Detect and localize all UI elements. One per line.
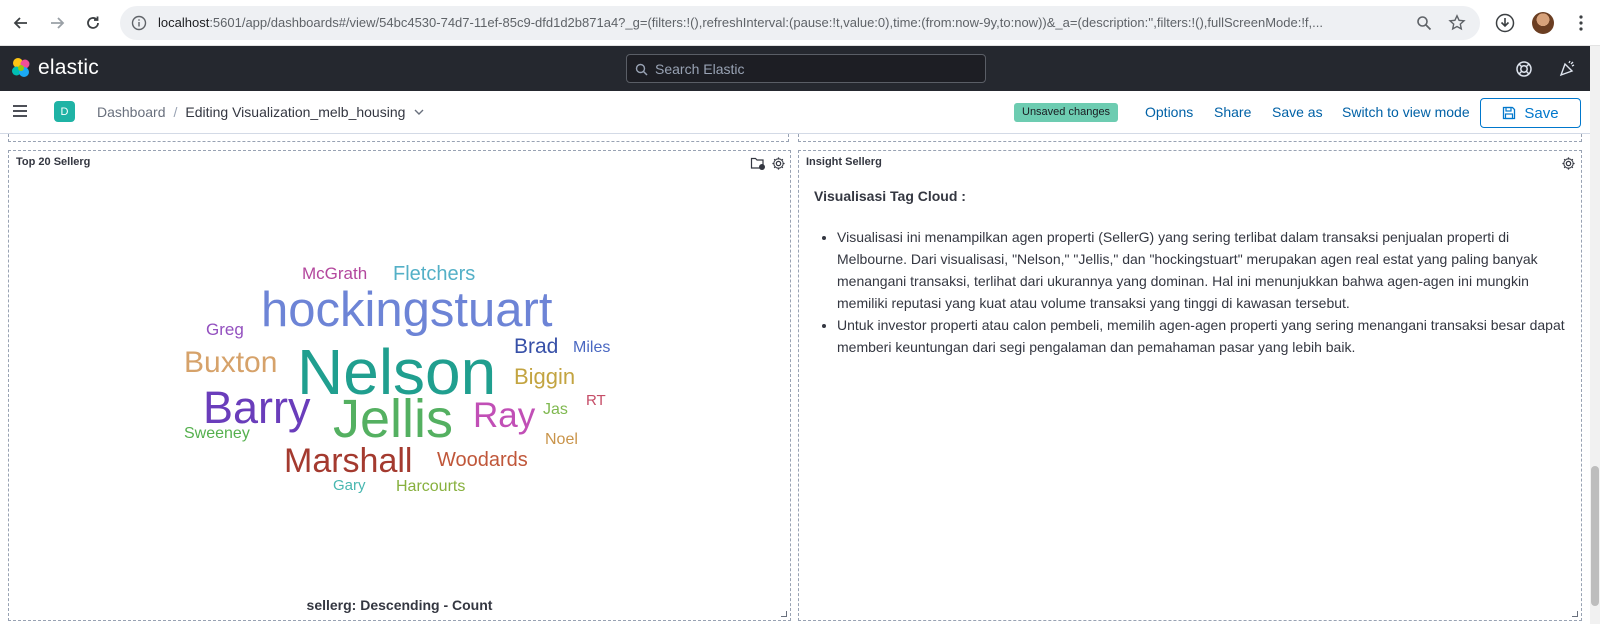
tag-word-mcgrath[interactable]: McGrath	[302, 265, 367, 282]
save-as-button[interactable]: Save as	[1272, 104, 1323, 120]
forward-button[interactable]	[42, 8, 72, 38]
tag-word-brad[interactable]: Brad	[514, 336, 558, 357]
reload-button[interactable]	[78, 8, 108, 38]
help-icon	[1516, 61, 1532, 77]
panel-above-left	[8, 134, 789, 142]
scrollbar-thumb[interactable]	[1591, 466, 1599, 606]
zoom-icon[interactable]	[1416, 15, 1432, 31]
inspect-button[interactable]	[749, 154, 767, 172]
menu-icon	[13, 105, 27, 117]
resize-handle[interactable]	[1572, 611, 1578, 617]
arrow-right-icon	[51, 17, 65, 29]
resize-handle[interactable]	[781, 611, 787, 617]
logo-text: elastic	[38, 56, 99, 79]
browser-toolbar: localhost:5601/app/dashboards#/view/54bc…	[0, 0, 1600, 46]
save-label: Save	[1524, 104, 1559, 122]
search-input[interactable]: Search Elastic	[626, 54, 986, 83]
tag-word-sweeney[interactable]: Sweeney	[184, 426, 250, 442]
download-button[interactable]	[1490, 8, 1520, 38]
chevron-down-icon[interactable]	[413, 106, 425, 118]
newsfeed-icon	[1559, 60, 1575, 77]
nav-menu-button[interactable]	[10, 101, 32, 123]
info-icon[interactable]	[131, 15, 147, 31]
axis-label: sellerg: Descending - Count	[306, 597, 493, 613]
breadcrumb-current: Editing Visualization_melb_housing	[185, 104, 406, 120]
unsaved-changes-badge: Unsaved changes	[1014, 103, 1119, 122]
back-button[interactable]	[6, 8, 36, 38]
tag-word-buxton[interactable]: Buxton	[184, 348, 277, 378]
app-toolbar: D Dashboard / Editing Visualization_melb…	[0, 91, 1590, 134]
gear-icon	[771, 156, 785, 170]
elastic-logo[interactable]: elastic	[10, 56, 99, 80]
save-button[interactable]: Save	[1480, 98, 1581, 128]
panel-title: Top 20 Sellerg	[16, 156, 91, 168]
help-button[interactable]	[1513, 58, 1535, 80]
tag-word-gary[interactable]: Gary	[333, 478, 366, 493]
search-placeholder: Search Elastic	[655, 61, 745, 77]
tag-word-ray[interactable]: Ray	[473, 398, 535, 433]
markdown-heading: Visualisasi Tag Cloud :	[814, 188, 966, 204]
tag-word-hockingstuart[interactable]: hockingstuart	[261, 286, 552, 335]
tag-word-harcourts[interactable]: Harcourts	[396, 479, 465, 495]
breadcrumb: Dashboard / Editing Visualization_melb_h…	[97, 104, 425, 120]
download-icon	[1495, 13, 1515, 33]
tag-word-fletchers[interactable]: Fletchers	[393, 264, 475, 284]
folder-check-icon	[750, 157, 765, 170]
browser-menu-button[interactable]	[1566, 8, 1596, 38]
star-icon[interactable]	[1448, 14, 1466, 32]
tag-word-rt[interactable]: RT	[586, 393, 606, 408]
top-20-sellerg-panel: Top 20 Sellerg Nelson hockingstuart Jell…	[8, 150, 791, 621]
panel-settings-button[interactable]	[1559, 154, 1577, 172]
search-icon	[635, 63, 648, 76]
tag-word-greg[interactable]: Greg	[206, 321, 244, 338]
save-icon	[1503, 106, 1516, 120]
markdown-list: Visualisasi ini menampilkan agen propert…	[837, 226, 1572, 358]
tag-word-jas[interactable]: Jas	[543, 402, 568, 418]
options-button[interactable]: Options	[1145, 104, 1193, 120]
avatar	[1532, 12, 1554, 34]
list-item: Untuk investor properti atau calon pembe…	[837, 314, 1572, 358]
tag-word-noel[interactable]: Noel	[545, 432, 578, 448]
breadcrumb-separator: /	[173, 104, 178, 120]
panel-above-right	[798, 134, 1582, 142]
address-bar[interactable]: localhost:5601/app/dashboards#/view/54bc…	[120, 6, 1480, 40]
tag-word-miles[interactable]: Miles	[573, 340, 610, 356]
switch-to-view-mode-button[interactable]: Switch to view mode	[1342, 104, 1470, 120]
space-avatar[interactable]: D	[54, 101, 75, 122]
list-item: Visualisasi ini menampilkan agen propert…	[837, 226, 1572, 314]
elastic-header: elastic Search Elastic	[0, 46, 1590, 91]
gear-icon	[1561, 156, 1575, 170]
share-button[interactable]: Share	[1214, 104, 1251, 120]
tag-word-woodards[interactable]: Woodards	[437, 450, 528, 470]
profile-button[interactable]	[1528, 8, 1558, 38]
tag-word-jellis[interactable]: Jellis	[333, 392, 453, 446]
tag-word-biggin[interactable]: Biggin	[514, 366, 575, 388]
reload-icon	[87, 16, 99, 29]
page-scrollbar[interactable]	[1590, 46, 1600, 624]
elastic-logo-icon	[12, 58, 30, 77]
more-vertical-icon	[1579, 15, 1583, 31]
news-button[interactable]	[1556, 58, 1578, 80]
tag-word-barry[interactable]: Barry	[203, 385, 311, 430]
panel-settings-button[interactable]	[769, 154, 787, 172]
panel-title: Insight Sellerg	[806, 156, 882, 168]
tag-word-marshall[interactable]: Marshall	[284, 444, 412, 478]
url-text: localhost:5601/app/dashboards#/view/54bc…	[158, 15, 1323, 30]
insight-sellerg-panel: Insight Sellerg Visualisasi Tag Cloud : …	[798, 150, 1582, 621]
breadcrumb-dashboard[interactable]: Dashboard	[97, 104, 166, 120]
arrow-left-icon	[13, 17, 27, 29]
